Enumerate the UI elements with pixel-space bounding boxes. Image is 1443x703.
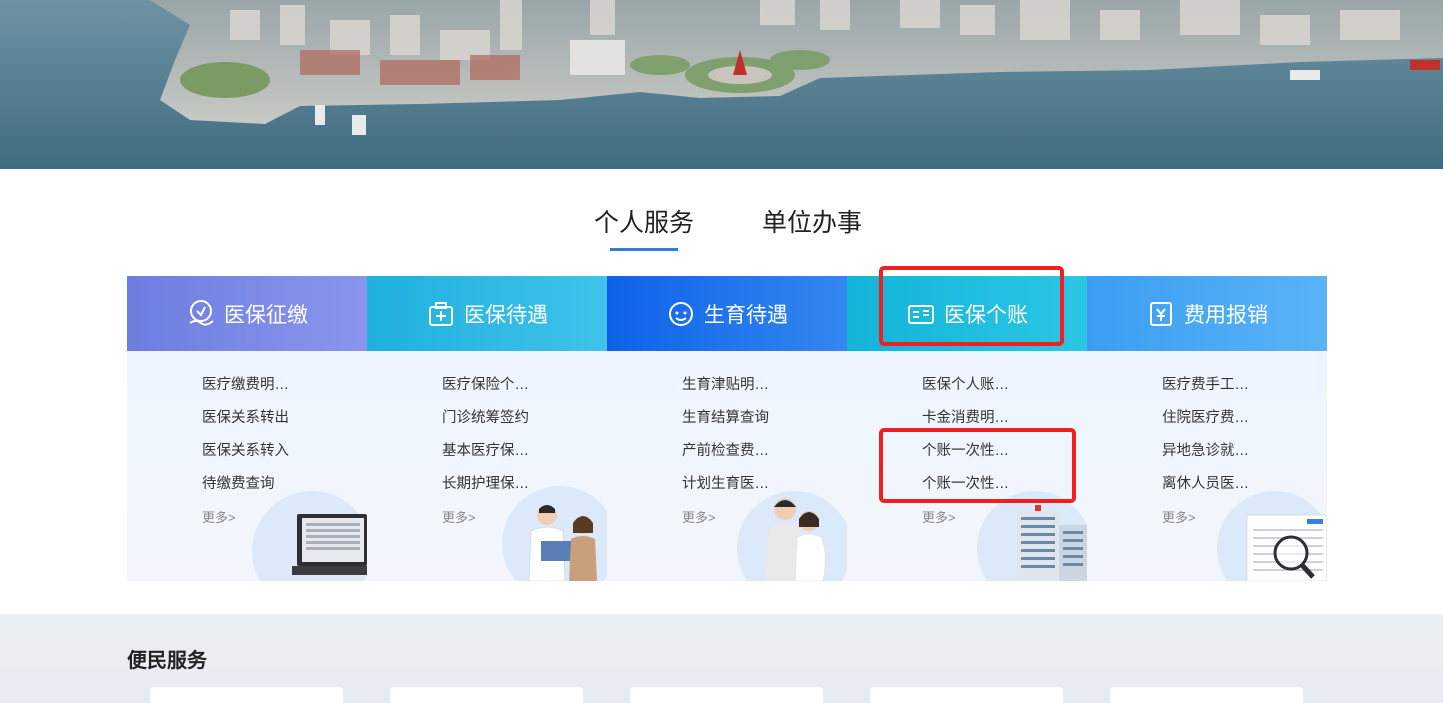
card-body: 医疗费手工… 住院医疗费… 异地急诊就… 离休人员医… 更多> [1087,351,1327,581]
service-cards: 医保征缴 医疗缴费明… 医保关系转出 医保关系转入 待缴费查询 更多> 医保待遇… [127,276,1327,581]
doctor-patient-illustration [528,505,597,581]
card-expense-reimbursement: 费用报销 医疗费手工… 住院医疗费… 异地急诊就… 离休人员医… 更多> [1087,276,1327,581]
card-link[interactable]: 计划生育医… [682,474,769,507]
tab-personal-service[interactable]: 个人服务 [594,205,694,241]
card-link[interactable]: 医疗费手工… [1162,375,1249,408]
couple-illustration [765,498,827,581]
card-body: 医疗缴费明… 医保关系转出 医保关系转入 待缴费查询 更多> [127,351,367,581]
card-link[interactable]: 医疗缴费明… [202,375,289,408]
service-tabs: 个人服务 单位办事 [0,205,1443,255]
hero-banner [0,0,1443,169]
service-tile[interactable] [870,687,1063,703]
card-title: 费用报销 [1184,303,1268,327]
card-link[interactable]: 医保关系转入 [202,441,289,474]
card-header-medical-payment[interactable]: 医保征缴 [127,276,367,351]
service-tile[interactable] [390,687,583,703]
card-body: 生育津贴明… 生育结算查询 产前检查费… 计划生育医… 更多> [607,351,847,581]
convenience-services-section: 便民服务 [0,614,1443,703]
card-medical-benefits: 医保待遇 医疗保险个… 门诊统筹签约 基本医疗保… 长期护理保… 更多> [367,276,607,581]
card-link[interactable]: 生育结算查询 [682,408,769,441]
active-tab-indicator [610,248,678,251]
card-title: 医保待遇 [464,303,548,327]
more-link[interactable]: 更多> [1162,507,1196,526]
highlight-box-account-header [879,266,1064,346]
card-link[interactable]: 基本医疗保… [442,441,529,474]
tab-unit-affairs[interactable]: 单位办事 [762,205,862,241]
magnifier-document-illustration [1246,514,1327,581]
laptop-illustration [292,514,367,575]
card-header-medical-benefits[interactable]: 医保待遇 [367,276,607,351]
highlight-box-lump-sum-items [879,428,1076,503]
section-title: 便民服务 [127,650,207,672]
service-tile[interactable] [150,687,343,703]
card-maternity-benefits: 生育待遇 生育津贴明… 生育结算查询 产前检查费… 计划生育医… 更多> [607,276,847,581]
more-link[interactable]: 更多> [442,507,476,526]
card-link[interactable]: 生育津贴明… [682,375,769,408]
card-link[interactable]: 医保关系转出 [202,408,289,441]
service-tile[interactable] [630,687,823,703]
reimbursement-icon [1146,299,1176,329]
card-link[interactable]: 医疗保险个… [442,375,529,408]
card-link[interactable]: 长期护理保… [442,474,529,507]
card-body: 医疗保险个… 门诊统筹签约 基本医疗保… 长期护理保… 更多> [367,351,607,581]
card-link[interactable]: 门诊统筹签约 [442,408,529,441]
card-title: 医保征缴 [224,303,308,327]
card-header-maternity-benefits[interactable]: 生育待遇 [607,276,847,351]
more-link[interactable]: 更多> [202,507,236,526]
card-header-expense-reimbursement[interactable]: 费用报销 [1087,276,1327,351]
medical-kit-icon [426,299,456,329]
card-link[interactable]: 住院医疗费… [1162,408,1249,441]
card-medical-payment: 医保征缴 医疗缴费明… 医保关系转出 医保关系转入 待缴费查询 更多> [127,276,367,581]
card-link[interactable]: 医保个人账… [922,375,1009,408]
card-link[interactable]: 离休人员医… [1162,474,1249,507]
hospital-building-illustration [1017,505,1087,581]
city-coast-image [0,0,1443,169]
more-link[interactable]: 更多> [682,507,716,526]
card-title: 生育待遇 [704,303,788,327]
card-link[interactable]: 异地急诊就… [1162,441,1249,474]
medical-payment-icon [186,299,216,329]
more-link[interactable]: 更多> [922,507,956,526]
card-link[interactable]: 产前检查费… [682,441,769,474]
service-tile[interactable] [1110,687,1303,703]
baby-face-icon [666,299,696,329]
